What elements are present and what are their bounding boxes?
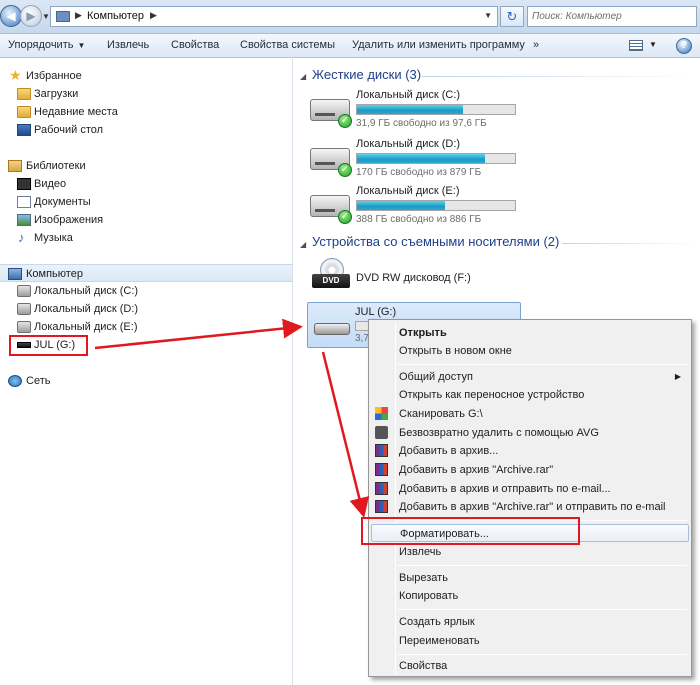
annotation-arrow-to-format <box>321 351 370 518</box>
annotation-arrow-to-usb <box>94 318 303 350</box>
annotation-arrows <box>94 318 370 518</box>
